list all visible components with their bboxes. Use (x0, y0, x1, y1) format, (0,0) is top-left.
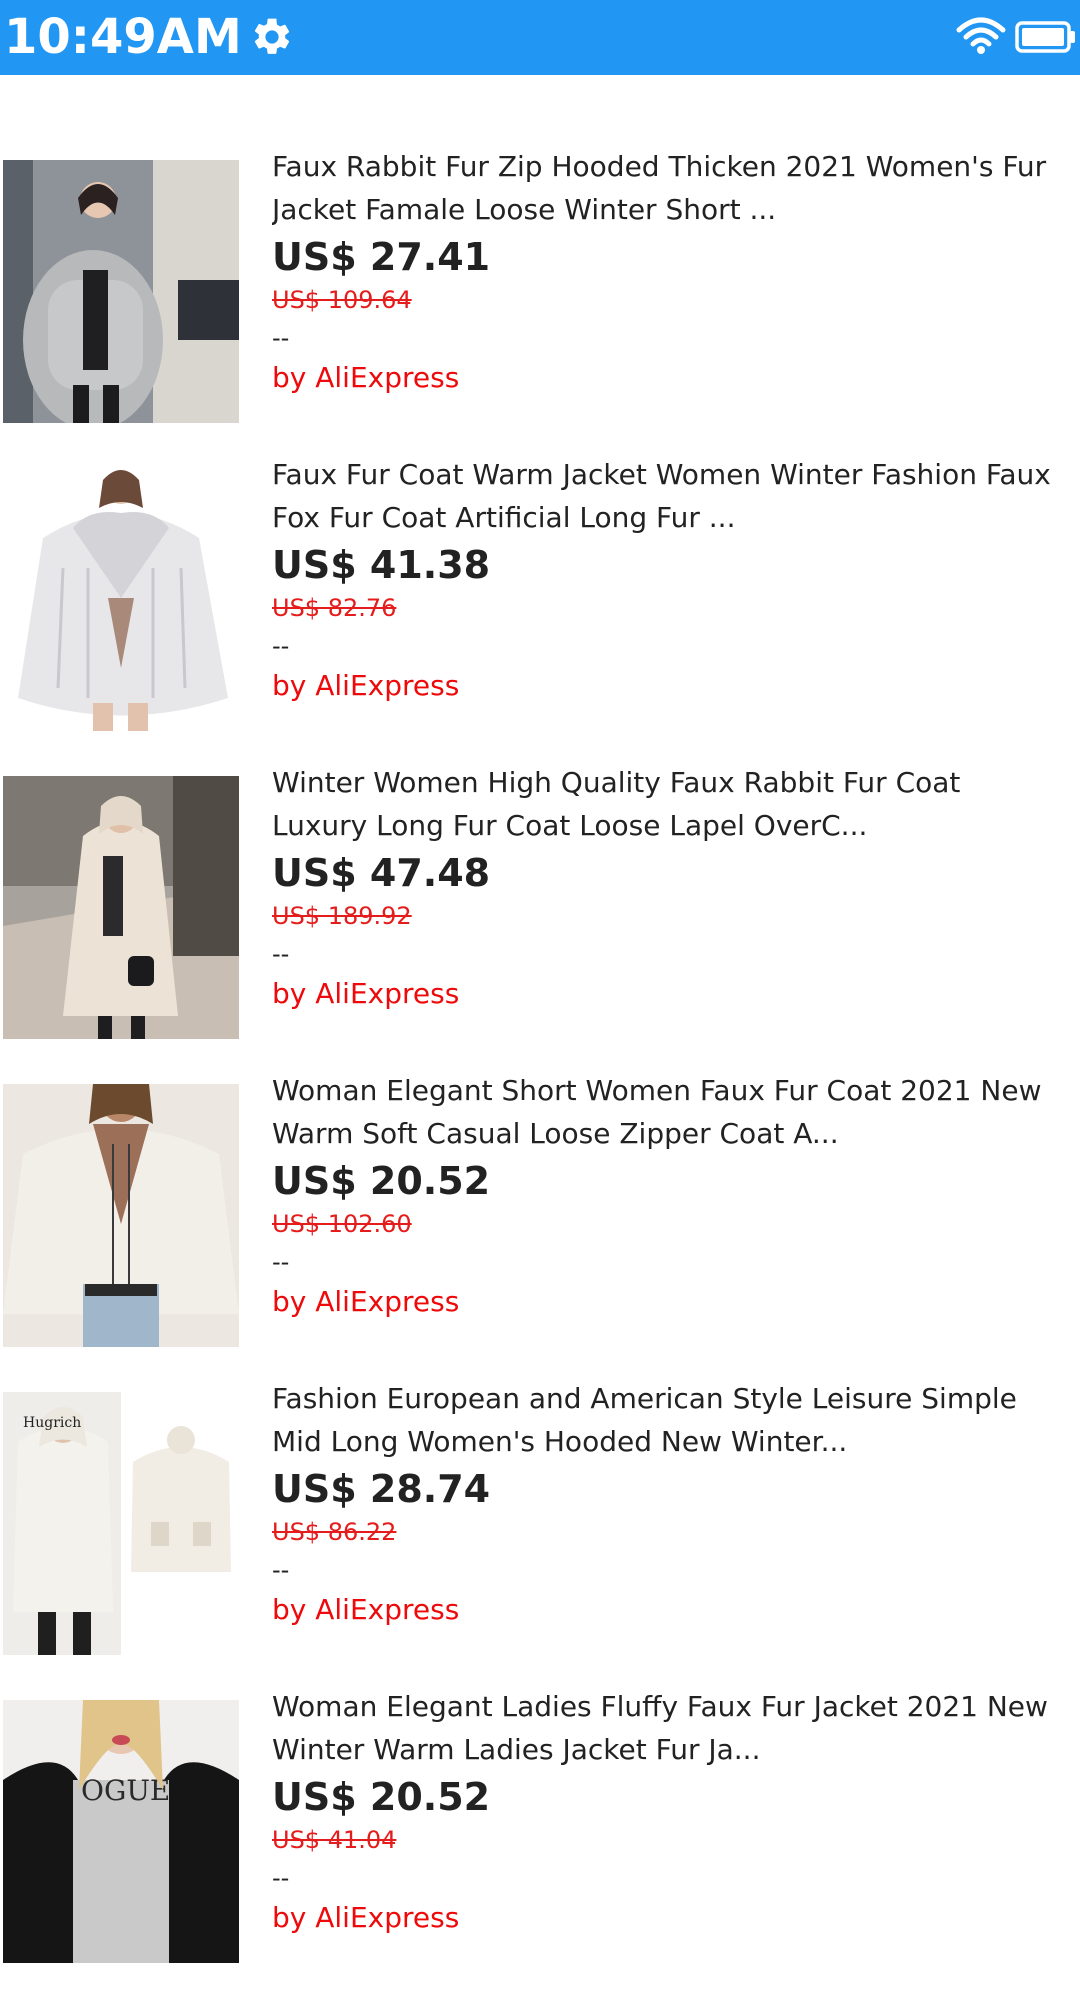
original-price: US$ 41.04 (272, 1826, 397, 1854)
product-image[interactable] (3, 468, 239, 731)
product-title-line2[interactable]: Luxury Long Fur Coat Loose Lapel OverC..… (272, 804, 1080, 847)
product-title[interactable]: Woman Elegant Short Women Faux Fur Coat … (272, 1069, 1080, 1112)
product-info: Faux Rabbit Fur Zip Hooded Thicken 2021 … (272, 145, 1080, 397)
product-info: Winter Women High Quality Faux Rabbit Fu… (272, 761, 1080, 1013)
product-image[interactable] (3, 160, 239, 423)
product-image[interactable] (3, 776, 239, 1039)
product-title[interactable]: Woman Elegant Ladies Fluffy Faux Fur Jac… (272, 1685, 1080, 1728)
seller-link[interactable]: by AliExpress (272, 1899, 1080, 1937)
product-title-line2[interactable]: Fox Fur Coat Artificial Long Fur ... (272, 496, 1080, 539)
product-image[interactable]: OGUE (3, 1700, 239, 1963)
product-title-line2[interactable]: Jacket Famale Loose Winter Short ... (272, 188, 1080, 231)
product-title[interactable]: Winter Women High Quality Faux Rabbit Fu… (272, 761, 1080, 804)
product-info: Woman Elegant Short Women Faux Fur Coat … (272, 1069, 1080, 1321)
seller-link[interactable]: by AliExpress (272, 975, 1080, 1013)
seller-link[interactable]: by AliExpress (272, 359, 1080, 397)
product-title[interactable]: Faux Fur Coat Warm Jacket Women Winter F… (272, 453, 1080, 496)
product-image[interactable] (3, 1084, 239, 1347)
product-title[interactable]: Faux Rabbit Fur Zip Hooded Thicken 2021 … (272, 145, 1080, 188)
original-price: US$ 82.76 (272, 594, 397, 622)
rating: -- (272, 632, 290, 660)
product-price: US$ 47.48 (272, 851, 491, 895)
rating: -- (272, 1248, 290, 1276)
status-time: 10:49AM (4, 9, 242, 65)
gear-icon (254, 18, 290, 54)
product-price: US$ 20.52 (272, 1775, 491, 1819)
rating: -- (272, 940, 290, 968)
product-item[interactable]: Faux Rabbit Fur Zip Hooded Thicken 2021 … (0, 150, 1080, 468)
product-price: US$ 28.74 (272, 1467, 491, 1511)
original-price: US$ 109.64 (272, 286, 412, 314)
rating: -- (272, 1556, 290, 1584)
product-item[interactable]: Hugrich Fashion European and American St… (0, 1382, 1080, 1700)
battery-icon (1015, 21, 1075, 53)
product-title-line2[interactable]: Mid Long Women's Hooded New Winter... (272, 1420, 1080, 1463)
seller-link[interactable]: by AliExpress (272, 1591, 1080, 1629)
product-image-text: Hugrich (23, 1415, 81, 1431)
product-price: US$ 20.52 (272, 1159, 491, 1203)
product-item[interactable]: Woman Elegant Short Women Faux Fur Coat … (0, 1074, 1080, 1392)
product-title-line2[interactable]: Warm Soft Casual Loose Zipper Coat A... (272, 1112, 1080, 1155)
original-price: US$ 86.22 (272, 1518, 397, 1546)
original-price: US$ 189.92 (272, 902, 412, 930)
product-price: US$ 41.38 (272, 543, 491, 587)
product-item[interactable]: Faux Fur Coat Warm Jacket Women Winter F… (0, 458, 1080, 776)
product-info: Woman Elegant Ladies Fluffy Faux Fur Jac… (272, 1685, 1080, 1937)
original-price: US$ 102.60 (272, 1210, 412, 1238)
seller-link[interactable]: by AliExpress (272, 667, 1080, 705)
wifi-icon (956, 17, 1006, 54)
product-title-line2[interactable]: Winter Warm Ladies Jacket Fur Ja... (272, 1728, 1080, 1771)
product-item[interactable]: OGUE Woman Elegant Ladies Fluffy Faux Fu… (0, 1690, 1080, 2008)
status-bar: 10:49AM (0, 0, 1080, 75)
rating: -- (272, 1864, 290, 1892)
seller-link[interactable]: by AliExpress (272, 1283, 1080, 1321)
product-price: US$ 27.41 (272, 235, 491, 279)
product-item[interactable]: Winter Women High Quality Faux Rabbit Fu… (0, 766, 1080, 1084)
rating: -- (272, 324, 290, 352)
product-image[interactable]: Hugrich (3, 1392, 239, 1655)
product-info: Faux Fur Coat Warm Jacket Women Winter F… (272, 453, 1080, 705)
product-title[interactable]: Fashion European and American Style Leis… (272, 1377, 1080, 1420)
product-info: Fashion European and American Style Leis… (272, 1377, 1080, 1629)
